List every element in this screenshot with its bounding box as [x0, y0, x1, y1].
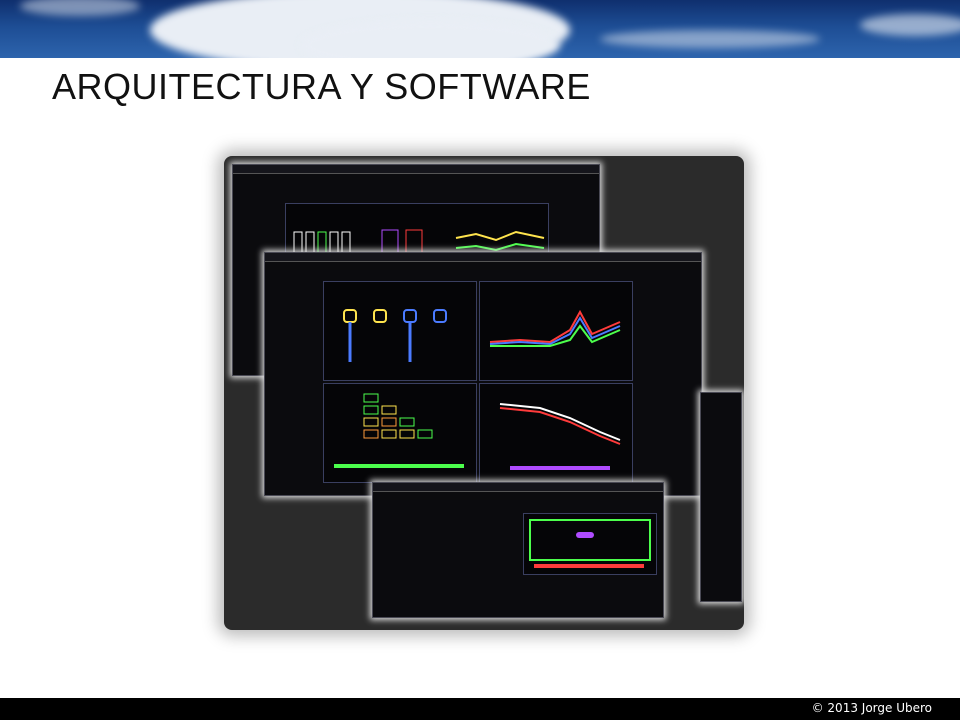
spectrum-graphic — [489, 309, 621, 347]
panel-decay — [479, 383, 633, 483]
decay-graphic — [499, 403, 621, 470]
window-bottom — [372, 482, 664, 618]
window-titlebar — [233, 165, 599, 174]
copyright-text: © 2013 Jorge Ubero — [811, 701, 932, 715]
cloud-shape — [860, 14, 960, 36]
footer-bar: © 2013 Jorge Ubero — [0, 698, 960, 720]
grid-graphic — [334, 393, 464, 468]
panel-bottom-chart — [523, 513, 657, 575]
window-right — [700, 392, 742, 602]
panel-faders — [323, 281, 477, 381]
software-screenshot-collage — [224, 156, 744, 630]
cloud-shape — [20, 0, 140, 16]
sky-banner — [0, 0, 960, 58]
cloud-shape — [600, 30, 820, 48]
window-main — [264, 252, 702, 496]
faders-graphic — [343, 309, 447, 362]
window-titlebar — [373, 483, 663, 492]
panel-spectrum — [479, 281, 633, 381]
panel-grid — [323, 383, 477, 483]
window-titlebar — [265, 253, 701, 262]
bottom-chart-graphic — [529, 519, 651, 568]
slide-title: ARQUITECTURA Y SOFTWARE — [52, 66, 591, 107]
